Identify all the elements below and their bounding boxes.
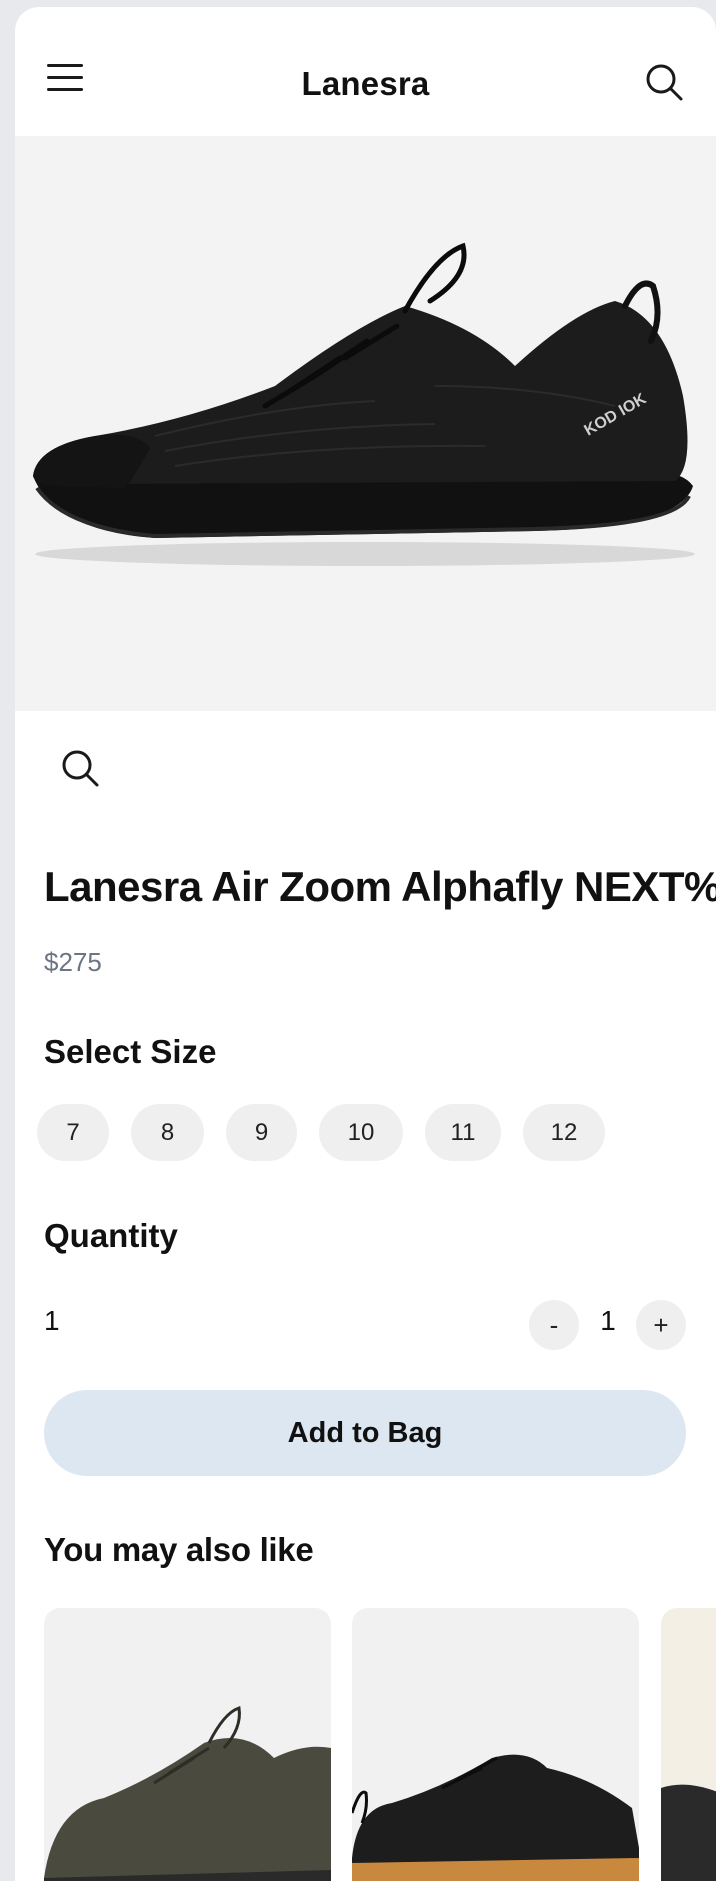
dark-shoe-image (661, 1784, 716, 1881)
olive-shoe-image (44, 1706, 331, 1881)
size-option-7[interactable]: 7 (37, 1104, 109, 1161)
product-hero-image: KOD IOK (15, 136, 716, 711)
quantity-label: Quantity (44, 1217, 178, 1254)
black-shoe-image: KOD IOK (33, 242, 695, 566)
recommendation-card-3[interactable] (661, 1608, 716, 1881)
size-option-9[interactable]: 9 (226, 1104, 297, 1161)
quantity-increase-button[interactable]: + (636, 1300, 686, 1350)
app-header: Lanesra (15, 7, 716, 136)
product-title: Lanesra Air Zoom Alphafly NEXT% (44, 863, 716, 910)
black-gum-shoe-image (352, 1754, 639, 1881)
quantity-decrease-button[interactable]: - (529, 1300, 579, 1350)
search-icon[interactable] (644, 62, 684, 102)
zoom-magnifier-icon[interactable] (59, 747, 101, 789)
select-size-label: Select Size (44, 1033, 217, 1070)
size-option-11[interactable]: 11 (425, 1104, 501, 1161)
size-option-10[interactable]: 10 (319, 1104, 403, 1161)
brand-title: Lanesra (301, 65, 430, 102)
quantity-stepper-value: 1 (600, 1305, 616, 1336)
quantity-display: 1 (44, 1305, 60, 1336)
size-option-12[interactable]: 12 (523, 1104, 605, 1161)
product-price: $275 (44, 947, 102, 977)
size-options: 7 8 9 10 11 12 (37, 1104, 627, 1161)
size-option-8[interactable]: 8 (131, 1104, 204, 1161)
product-page: Lanesra KOD IOK Lanesra Air Zoom Alphafl… (15, 7, 716, 1881)
recommendation-card-1[interactable] (44, 1608, 331, 1881)
add-to-bag-button[interactable]: Add to Bag (44, 1390, 686, 1476)
recommendation-card-2[interactable] (352, 1608, 639, 1881)
recommendations-heading: You may also like (44, 1531, 314, 1568)
